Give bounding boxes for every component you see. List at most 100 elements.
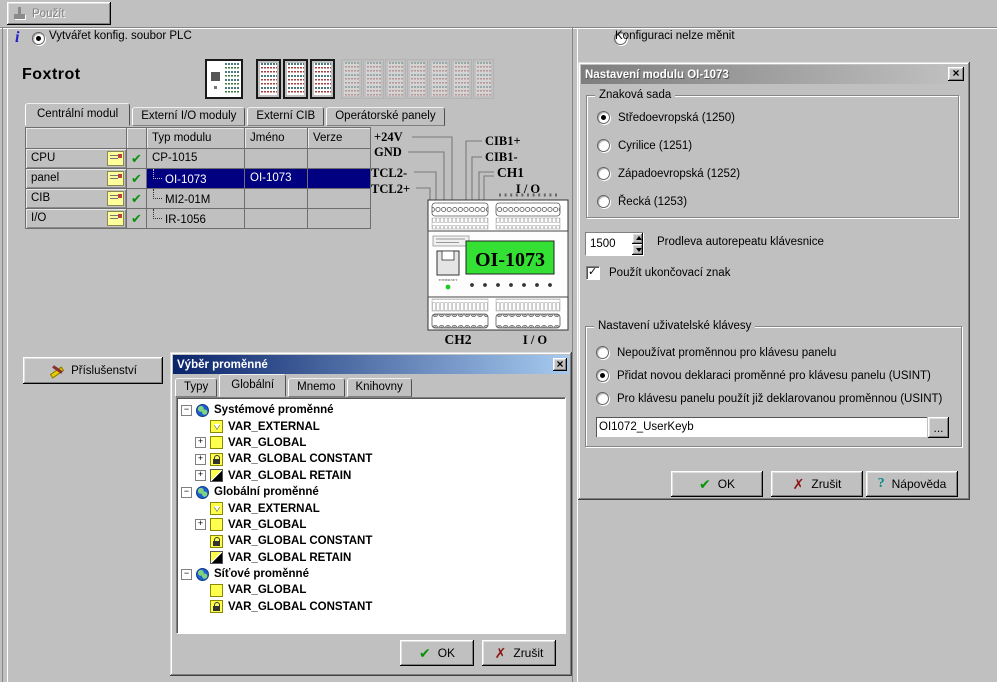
slot-cell[interactable]: panel bbox=[26, 169, 127, 189]
charset-option[interactable]: Cyrilice (1251) bbox=[597, 139, 692, 152]
table-row[interactable]: CIB MI2-01M bbox=[26, 189, 371, 209]
config-note-icon[interactable] bbox=[107, 171, 124, 186]
type-cell[interactable]: IR-1056 bbox=[147, 209, 245, 229]
tree-item[interactable]: VAR_GLOBAL CONSTANT bbox=[179, 533, 563, 549]
cancel-button[interactable]: Zrušit bbox=[771, 471, 863, 497]
name-cell[interactable] bbox=[245, 189, 308, 209]
close-icon[interactable] bbox=[948, 67, 964, 81]
tree-item[interactable]: VAR_GLOBAL RETAIN bbox=[179, 550, 563, 566]
apply-button[interactable]: Použít bbox=[7, 2, 111, 25]
help-button[interactable]: Nápověda bbox=[866, 471, 958, 497]
charset-option[interactable]: Středoevropská (1250) bbox=[597, 111, 735, 124]
userkey-option[interactable]: Pro klávesu panelu použít již deklarovan… bbox=[596, 392, 942, 405]
close-icon[interactable] bbox=[553, 358, 567, 371]
variable-name-input[interactable] bbox=[596, 417, 927, 437]
empty-slot-icon[interactable] bbox=[341, 59, 362, 99]
tree-item[interactable]: VAR_GLOBAL RETAIN bbox=[179, 468, 563, 484]
tab-external-io[interactable]: Externí I/O moduly bbox=[132, 107, 245, 126]
ok-button[interactable]: OK bbox=[671, 471, 763, 497]
tree-item[interactable]: Systémové proměnné bbox=[179, 402, 563, 418]
radio-greek[interactable] bbox=[597, 195, 610, 208]
slot-cell[interactable]: CIB bbox=[26, 189, 127, 209]
minus-expander-icon[interactable] bbox=[181, 569, 192, 580]
radio-central-european[interactable] bbox=[597, 111, 610, 124]
empty-slot-icon[interactable] bbox=[429, 59, 450, 99]
table-row[interactable]: CPU CP-1015 bbox=[26, 149, 371, 169]
radio-cyrillic[interactable] bbox=[597, 139, 610, 152]
accessories-button[interactable]: Příslušenství bbox=[23, 357, 163, 384]
radio-new-declaration[interactable] bbox=[596, 369, 609, 382]
empty-slot-icon[interactable] bbox=[473, 59, 494, 99]
tree-item[interactable]: VAR_GLOBAL bbox=[179, 582, 563, 598]
name-cell[interactable] bbox=[245, 149, 308, 169]
type-cell[interactable]: MI2-01M bbox=[147, 189, 245, 209]
name-cell[interactable]: OI-1073 bbox=[245, 169, 308, 189]
plus-expander-icon[interactable] bbox=[195, 454, 206, 465]
tree-item[interactable]: Síťové proměnné bbox=[179, 566, 563, 582]
name-cell[interactable] bbox=[245, 209, 308, 229]
terminator-checkbox[interactable] bbox=[586, 266, 600, 280]
table-row[interactable]: panel OI-1073 OI-1073 bbox=[26, 169, 371, 189]
autorepeat-value[interactable] bbox=[586, 233, 632, 255]
tree-item[interactable]: VAR_EXTERNAL bbox=[179, 500, 563, 516]
tree-item[interactable]: Globální proměnné bbox=[179, 484, 563, 500]
spin-down-icon[interactable] bbox=[632, 244, 643, 255]
tree-item[interactable]: VAR_GLOBAL bbox=[179, 517, 563, 533]
tab-types[interactable]: Typy bbox=[175, 378, 217, 397]
tab-central-module[interactable]: Centrální modul bbox=[25, 103, 130, 126]
config-note-icon[interactable] bbox=[107, 151, 124, 166]
minus-expander-icon[interactable] bbox=[181, 487, 192, 498]
charset-option[interactable]: Západoevropská (1252) bbox=[597, 167, 740, 180]
browse-button[interactable]: ... bbox=[928, 417, 949, 438]
tab-operator-panels[interactable]: Operátorské panely bbox=[326, 107, 444, 126]
tab-libraries[interactable]: Knihovny bbox=[347, 378, 412, 397]
cancel-button[interactable]: Zrušit bbox=[482, 640, 556, 666]
type-cell[interactable]: OI-1073 bbox=[147, 169, 245, 189]
charset-option[interactable]: Řecká (1253) bbox=[597, 195, 687, 208]
config-note-icon[interactable] bbox=[107, 191, 124, 206]
terminator-option[interactable]: Použít ukončovací znak bbox=[586, 266, 730, 280]
spin-up-icon[interactable] bbox=[632, 233, 643, 244]
create-config-radio[interactable] bbox=[32, 32, 45, 45]
version-cell[interactable] bbox=[308, 149, 371, 169]
version-cell[interactable] bbox=[308, 169, 371, 189]
tab-mnemo[interactable]: Mnemo bbox=[288, 378, 344, 397]
variable-picker-dialog: Výběr proměnné Typy Globální Mnemo Kniho… bbox=[170, 352, 572, 676]
module-slot-icon[interactable] bbox=[310, 59, 335, 99]
minus-expander-icon[interactable] bbox=[181, 405, 192, 416]
tree-item[interactable]: VAR_GLOBAL CONSTANT bbox=[179, 451, 563, 467]
empty-slot-icon[interactable] bbox=[407, 59, 428, 99]
version-cell[interactable] bbox=[308, 209, 371, 229]
cpu-module-icon[interactable] bbox=[205, 59, 243, 99]
version-cell[interactable] bbox=[308, 189, 371, 209]
slot-cell[interactable]: I/O bbox=[26, 209, 127, 229]
module-slot-icon[interactable] bbox=[283, 59, 308, 99]
userkey-option[interactable]: Nepoužívat proměnnou pro klávesu panelu bbox=[596, 346, 836, 359]
module-settings-titlebar[interactable]: Nastavení modulu OI-1073 bbox=[581, 65, 967, 84]
table-row[interactable]: I/O IR-1056 bbox=[26, 209, 371, 229]
radio-western-european[interactable] bbox=[597, 167, 610, 180]
plus-expander-icon[interactable] bbox=[195, 519, 206, 530]
userkey-option[interactable]: Přidat novou deklaraci proměnné pro kláv… bbox=[596, 369, 931, 382]
config-note-icon[interactable] bbox=[107, 211, 124, 226]
module-slot-icon[interactable] bbox=[256, 59, 281, 99]
radio-existing-variable[interactable] bbox=[596, 392, 609, 405]
cancel-label: Zrušit bbox=[513, 646, 543, 660]
empty-slot-icon[interactable] bbox=[363, 59, 384, 99]
label-24v: +24V bbox=[374, 130, 403, 144]
slot-cell[interactable]: CPU bbox=[26, 149, 127, 169]
tab-global[interactable]: Globální bbox=[219, 374, 286, 397]
empty-slot-icon[interactable] bbox=[385, 59, 406, 99]
type-cell[interactable]: CP-1015 bbox=[147, 149, 245, 169]
radio-no-variable[interactable] bbox=[596, 346, 609, 359]
variable-picker-titlebar[interactable]: Výběr proměnné bbox=[173, 355, 569, 374]
empty-slot-icon[interactable] bbox=[451, 59, 472, 99]
plus-expander-icon[interactable] bbox=[195, 470, 206, 481]
tree-item[interactable]: VAR_GLOBAL CONSTANT bbox=[179, 599, 563, 615]
tab-external-cib[interactable]: Externí CIB bbox=[247, 107, 324, 126]
plus-expander-icon[interactable] bbox=[195, 437, 206, 448]
ok-button[interactable]: OK bbox=[400, 640, 474, 666]
tree-item[interactable]: VAR_EXTERNAL bbox=[179, 418, 563, 434]
tree-item[interactable]: VAR_GLOBAL bbox=[179, 435, 563, 451]
create-config-label: Vytvářet konfig. soubor PLC bbox=[49, 30, 192, 42]
